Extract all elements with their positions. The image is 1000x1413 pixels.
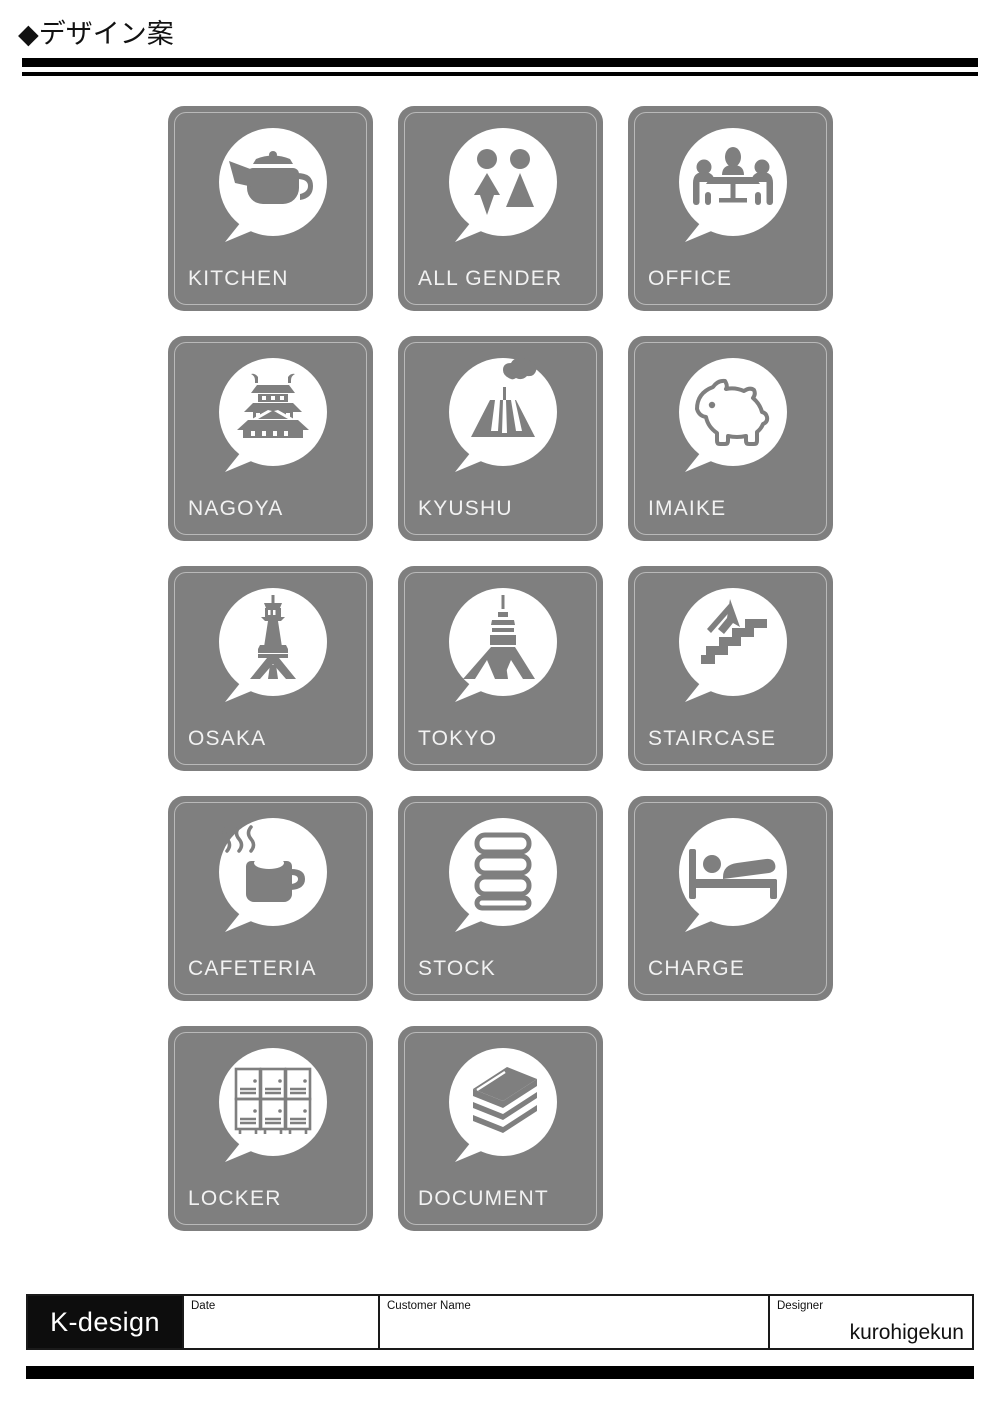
designer-value: kurohigekun [849, 1321, 964, 1344]
sign-tile-label: LOCKER [188, 1187, 282, 1210]
tsutenkaku-tower-icon [209, 584, 333, 708]
customer-name-label: Customer Name [387, 1300, 471, 1312]
page-header: ◆デザイン案 [0, 0, 1000, 52]
sign-tile-kitchen[interactable]: KITCHEN [168, 106, 373, 311]
speech-bubble-container [628, 806, 833, 946]
speech-bubble-container [168, 576, 373, 716]
sign-tile-locker[interactable]: LOCKER [168, 1026, 373, 1231]
teapot-icon [209, 124, 333, 248]
sign-tile-label: TOKYO [418, 727, 498, 750]
title-block-table: K-design Date Customer Name Designer kur… [26, 1294, 974, 1350]
sign-tile-label: STOCK [418, 957, 496, 980]
sign-tile-staircase[interactable]: STAIRCASE [628, 566, 833, 771]
sign-tile-all-gender[interactable]: ALL GENDER [398, 106, 603, 311]
date-label: Date [191, 1300, 216, 1312]
designer-cell[interactable]: Designer kurohigekun [770, 1296, 972, 1348]
sign-tile-document[interactable]: DOCUMENT [398, 1026, 603, 1231]
tokyo-tower-icon [439, 584, 563, 708]
speech-bubble-container [628, 346, 833, 486]
brand-name: K-design [50, 1306, 160, 1337]
speech-bubble-container [398, 1036, 603, 1176]
sign-icon-grid: KITCHEN ALL GENDER OFFICE NAGOYA KYUSHU IMAIK… [0, 106, 858, 1231]
sign-tile-label: OFFICE [648, 267, 733, 290]
speech-bubble-container [398, 346, 603, 486]
sign-tile-osaka[interactable]: OSAKA [168, 566, 373, 771]
book-stack-icon [439, 1044, 563, 1168]
sign-tile-label: CHARGE [648, 957, 746, 980]
header-rule-thin [22, 72, 978, 76]
pig-icon [669, 354, 793, 478]
sign-tile-tokyo[interactable]: TOKYO [398, 566, 603, 771]
sign-tile-office[interactable]: OFFICE [628, 106, 833, 311]
page-title-text: デザイン案 [38, 19, 174, 50]
brand-cell: K-design [28, 1296, 184, 1348]
speech-bubble-container [168, 806, 373, 946]
sign-tile-label: IMAIKE [648, 497, 727, 520]
sign-tile-stock[interactable]: STOCK [398, 796, 603, 1001]
date-cell[interactable]: Date [184, 1296, 380, 1348]
all-gender-restroom-icon [439, 124, 563, 248]
speech-bubble-container [398, 806, 603, 946]
speech-bubble-container [398, 116, 603, 256]
coffee-mug-icon [209, 814, 333, 938]
sign-tile-nagoya[interactable]: NAGOYA [168, 336, 373, 541]
sign-tile-label: STAIRCASE [648, 727, 777, 750]
header-rule [22, 58, 978, 76]
sign-tile-label: NAGOYA [188, 497, 284, 520]
sign-tile-kyushu[interactable]: KYUSHU [398, 336, 603, 541]
sign-tile-label: OSAKA [188, 727, 267, 750]
diamond-bullet-icon: ◆ [18, 19, 39, 50]
sign-tile-label: ALL GENDER [418, 267, 563, 290]
stairs-up-arrow-icon [669, 584, 793, 708]
sign-tile-label: CAFETERIA [188, 957, 317, 980]
sign-tile-charge[interactable]: CHARGE [628, 796, 833, 1001]
customer-name-cell[interactable]: Customer Name [380, 1296, 770, 1348]
sign-tile-imaike[interactable]: IMAIKE [628, 336, 833, 541]
nagoya-castle-icon [209, 354, 333, 478]
stacked-boxes-icon [439, 814, 563, 938]
meeting-table-icon [669, 124, 793, 248]
speech-bubble-container [628, 576, 833, 716]
sign-tile-label: KYUSHU [418, 497, 513, 520]
speech-bubble-container [628, 116, 833, 256]
speech-bubble-container [168, 1036, 373, 1176]
speech-bubble-container [168, 346, 373, 486]
person-in-bed-icon [669, 814, 793, 938]
header-rule-thick [22, 58, 978, 67]
footer-rule [26, 1366, 974, 1379]
speech-bubble-container [168, 116, 373, 256]
sign-tile-cafeteria[interactable]: CAFETERIA [168, 796, 373, 1001]
volcano-icon [439, 354, 563, 478]
page-title: ◆デザイン案 [18, 18, 1000, 52]
sign-tile-label: KITCHEN [188, 267, 289, 290]
speech-bubble-container [398, 576, 603, 716]
lockers-icon [209, 1044, 333, 1168]
sign-tile-label: DOCUMENT [418, 1187, 549, 1210]
title-block: K-design Date Customer Name Designer kur… [26, 1294, 974, 1379]
designer-label: Designer [777, 1300, 824, 1312]
